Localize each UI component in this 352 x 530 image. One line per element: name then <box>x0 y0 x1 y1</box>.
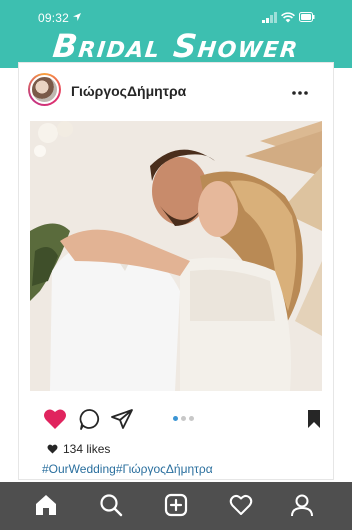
carousel-indicator <box>173 416 197 422</box>
avatar[interactable] <box>28 73 61 106</box>
status-time: 09:32 <box>38 11 70 25</box>
avatar-image <box>30 75 59 104</box>
small-heart-icon <box>47 444 58 454</box>
activity-heart-icon[interactable] <box>228 492 254 518</box>
more-options-icon[interactable] <box>292 91 308 95</box>
comment-icon[interactable] <box>79 408 101 430</box>
location-arrow-icon <box>73 13 81 21</box>
search-icon[interactable] <box>98 492 124 518</box>
couple-photo-illustration <box>30 121 322 391</box>
share-icon[interactable] <box>111 408 133 430</box>
post-username[interactable]: ΓιώργοςΔήμητρα <box>71 83 186 99</box>
signal-icon <box>262 12 277 23</box>
battery-icon <box>299 12 315 22</box>
bottom-nav <box>0 482 352 530</box>
profile-icon[interactable] <box>289 492 315 518</box>
banner-title: Bridal Shower <box>51 27 301 65</box>
home-icon[interactable] <box>33 492 59 518</box>
add-post-icon[interactable] <box>163 492 189 518</box>
wifi-icon <box>281 12 295 23</box>
post-photo[interactable] <box>30 121 322 391</box>
carousel-dot <box>173 416 178 421</box>
heart-icon[interactable] <box>43 408 67 430</box>
carousel-dot <box>181 416 186 421</box>
bookmark-icon[interactable] <box>307 409 321 429</box>
likes-label: 134 likes <box>63 442 111 456</box>
post-hashtags[interactable]: #OurWedding#ΓιώργοςΔήμητρα <box>42 462 213 476</box>
likes-count[interactable]: 134 likes <box>47 442 110 456</box>
carousel-dot <box>189 416 194 421</box>
